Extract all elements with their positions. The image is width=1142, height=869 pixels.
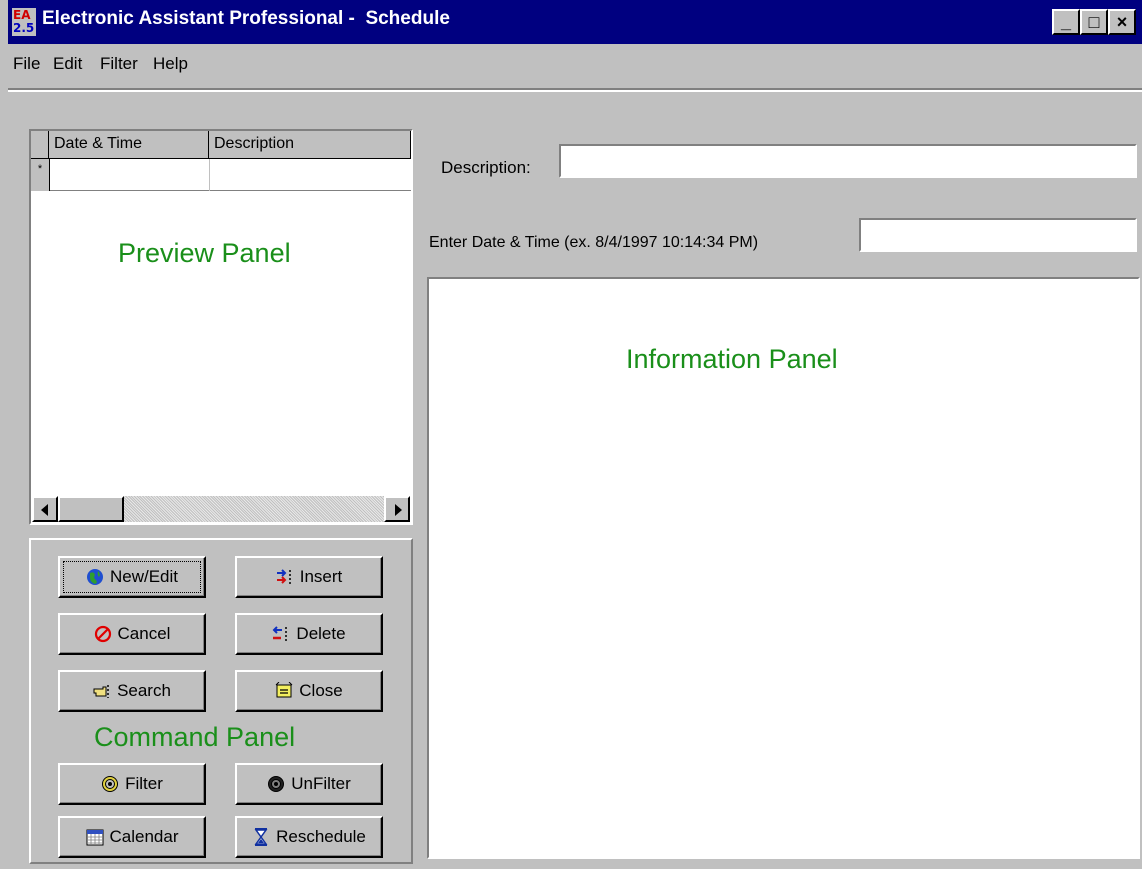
reschedule-label: Reschedule [276, 827, 366, 846]
unfilter-gear-icon [267, 775, 285, 793]
close-icon: × [1116, 12, 1128, 32]
description-label: Description: [441, 158, 531, 177]
new-edit-label: New/Edit [109, 567, 179, 586]
description-input[interactable] [559, 144, 1137, 178]
reschedule-button[interactable]: Reschedule [235, 816, 383, 858]
calendar-label: Calendar [109, 827, 179, 846]
window-title: Electronic Assistant Professional - Sche… [42, 8, 450, 29]
filter-label: Filter [125, 774, 163, 793]
no-entry-icon [94, 625, 112, 643]
cancel-button[interactable]: Cancel [58, 613, 206, 655]
calendar-button[interactable]: Calendar [58, 816, 206, 858]
app-icon-text-bottom: 2.5 [13, 21, 35, 35]
app-icon-text-top: EA [13, 8, 31, 22]
column-header-date-time[interactable]: Date & Time [49, 131, 209, 159]
hourglass-icon [252, 828, 270, 846]
menu-filter[interactable]: Filter [100, 54, 138, 74]
maximize-button[interactable]: □ [1080, 9, 1108, 35]
table-row[interactable]: * [31, 159, 411, 191]
app-icon[interactable]: EA 2.5 [12, 8, 36, 36]
scroll-right-icon [395, 504, 402, 516]
filter-gear-icon [101, 775, 119, 793]
delete-arrows-icon [272, 625, 290, 643]
cell-description[interactable] [209, 159, 411, 191]
close-door-icon [275, 681, 293, 700]
title-bar[interactable]: EA 2.5 Electronic Assistant Professional… [8, 0, 1142, 44]
insert-arrows-icon [276, 568, 294, 586]
pointing-hand-icon [93, 682, 111, 700]
unfilter-label: UnFilter [291, 774, 351, 793]
scroll-left-icon [41, 504, 48, 516]
delete-button[interactable]: Delete [235, 613, 383, 655]
date-time-label: Enter Date & Time (ex. 8/4/1997 10:14:34… [429, 234, 759, 251]
menu-file[interactable]: File [13, 54, 40, 74]
minimize-button[interactable]: _ [1052, 9, 1080, 35]
new-edit-button[interactable]: New/Edit [58, 556, 206, 598]
minimize-icon: _ [1060, 12, 1071, 32]
unfilter-button[interactable]: UnFilter [235, 763, 383, 805]
command-panel-label: Command Panel [94, 722, 296, 752]
globe-icon [86, 568, 104, 586]
insert-label: Insert [299, 567, 343, 586]
date-time-input[interactable] [859, 218, 1137, 252]
column-header-description[interactable]: Description [209, 131, 411, 159]
close-window-button[interactable]: × [1108, 9, 1136, 35]
scroll-left-button[interactable] [32, 496, 58, 522]
insert-button[interactable]: Insert [235, 556, 383, 598]
delete-label: Delete [296, 624, 346, 643]
menu-separator [8, 88, 1142, 92]
maximize-icon: □ [1088, 12, 1100, 32]
filter-button[interactable]: Filter [58, 763, 206, 805]
menu-help[interactable]: Help [153, 54, 188, 74]
grid-header: Date & Time Description [31, 131, 411, 159]
preview-panel-label: Preview Panel [118, 238, 291, 268]
search-button[interactable]: Search [58, 670, 206, 712]
information-panel-label: Information Panel [626, 344, 838, 374]
cell-date-time[interactable] [49, 159, 210, 191]
grid-corner[interactable] [31, 131, 49, 159]
calendar-icon [86, 828, 104, 846]
cancel-label: Cancel [117, 624, 171, 643]
menu-edit[interactable]: Edit [53, 54, 82, 74]
menu-bar: File Edit Filter Help [8, 50, 1142, 84]
preview-grid[interactable]: Date & Time Description * [29, 129, 413, 525]
scroll-thumb[interactable] [58, 496, 124, 522]
scroll-right-button[interactable] [384, 496, 410, 522]
search-label: Search [117, 681, 171, 700]
horizontal-scrollbar[interactable] [32, 496, 410, 522]
close-label: Close [299, 681, 343, 700]
close-button[interactable]: Close [235, 670, 383, 712]
new-row-marker[interactable]: * [31, 159, 50, 191]
